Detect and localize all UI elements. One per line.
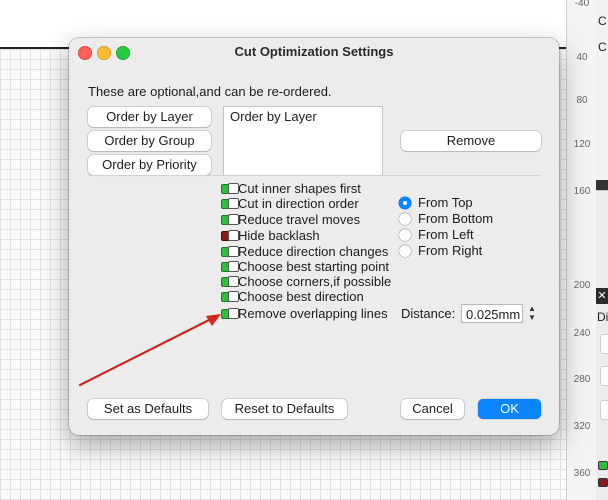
ruler-tick: 160 [573, 186, 591, 197]
stepper-down-icon[interactable]: ▼ [526, 313, 538, 322]
ruler-tick: 80 [576, 95, 588, 106]
ruler-tick: 120 [573, 139, 591, 150]
divider [88, 175, 541, 176]
radio-label: From Bottom [418, 211, 494, 226]
stepper-up-icon[interactable]: ▲ [526, 304, 538, 313]
ruler-tick: 200 [573, 280, 591, 291]
side-panel-top [596, 0, 608, 191]
radio-button-icon[interactable] [399, 229, 411, 241]
radio-button-icon[interactable] [399, 213, 411, 225]
ruler-tick: 360 [573, 468, 591, 479]
radio-label: From Left [418, 227, 474, 242]
side-panel-field[interactable] [600, 366, 608, 386]
dialog-title: Cut Optimization Settings [234, 44, 394, 59]
close-icon[interactable]: ✕ [596, 288, 608, 304]
option-label: Remove overlapping lines [238, 306, 388, 321]
side-panel-item[interactable]: C [598, 40, 607, 54]
ruler-tick: 240 [573, 328, 591, 339]
set-as-defaults-button[interactable]: Set as Defaults [88, 399, 208, 419]
side-panel-item: Di [597, 310, 608, 324]
radio-label: From Right [418, 243, 483, 258]
distance-label: Distance: [401, 306, 456, 321]
intro-text: These are optional,and can be re-ordered… [88, 84, 332, 99]
option-label: Choose corners,if possible [238, 274, 392, 289]
ok-button[interactable]: OK [478, 399, 541, 419]
reset-to-defaults-button[interactable]: Reset to Defaults [222, 399, 347, 419]
cancel-button[interactable]: Cancel [401, 399, 464, 419]
option-label: Cut inner shapes first [238, 181, 361, 196]
vertical-ruler: -40 40 120 80 160 200 240 280 320 360 [566, 0, 597, 500]
ruler-tick: -40 [574, 0, 590, 9]
order-by-layer-button[interactable]: Order by Layer [88, 107, 211, 127]
side-panel-field[interactable] [600, 400, 608, 420]
option-label: Reduce direction changes [238, 244, 389, 259]
ruler-tick: 320 [573, 421, 591, 432]
radio-label: From Top [418, 195, 473, 210]
radio-button-icon[interactable] [399, 197, 411, 209]
cut-optimization-dialog: Cut Optimization Settings These are opti… [69, 38, 559, 435]
option-label: Cut in direction order [238, 196, 359, 211]
ruler-tick: 40 [576, 52, 588, 63]
option-label: Reduce travel moves [238, 212, 361, 227]
distance-stepper[interactable]: ▲ ▼ [526, 304, 538, 323]
ruler-tick: 280 [573, 374, 591, 385]
option-label: Hide backlash [238, 228, 320, 243]
side-panel-led[interactable] [598, 461, 608, 470]
title-bar: Cut Optimization Settings [69, 38, 559, 66]
side-panel-field[interactable] [600, 334, 608, 354]
order-by-group-button[interactable]: Order by Group [88, 131, 211, 151]
side-panel-led[interactable] [598, 478, 608, 487]
order-list[interactable]: Order by Layer [223, 106, 383, 176]
side-panel-divider [596, 180, 608, 190]
remove-button[interactable]: Remove [401, 131, 541, 151]
radio-button-icon[interactable] [399, 245, 411, 257]
list-item[interactable]: Order by Layer [230, 109, 317, 124]
option-label: Choose best starting point [238, 259, 390, 274]
distance-input[interactable]: 0.025mm [461, 304, 523, 323]
side-panel-item[interactable]: C [598, 14, 607, 28]
order-by-priority-button[interactable]: Order by Priority [88, 155, 211, 175]
option-label: Choose best direction [238, 289, 364, 304]
